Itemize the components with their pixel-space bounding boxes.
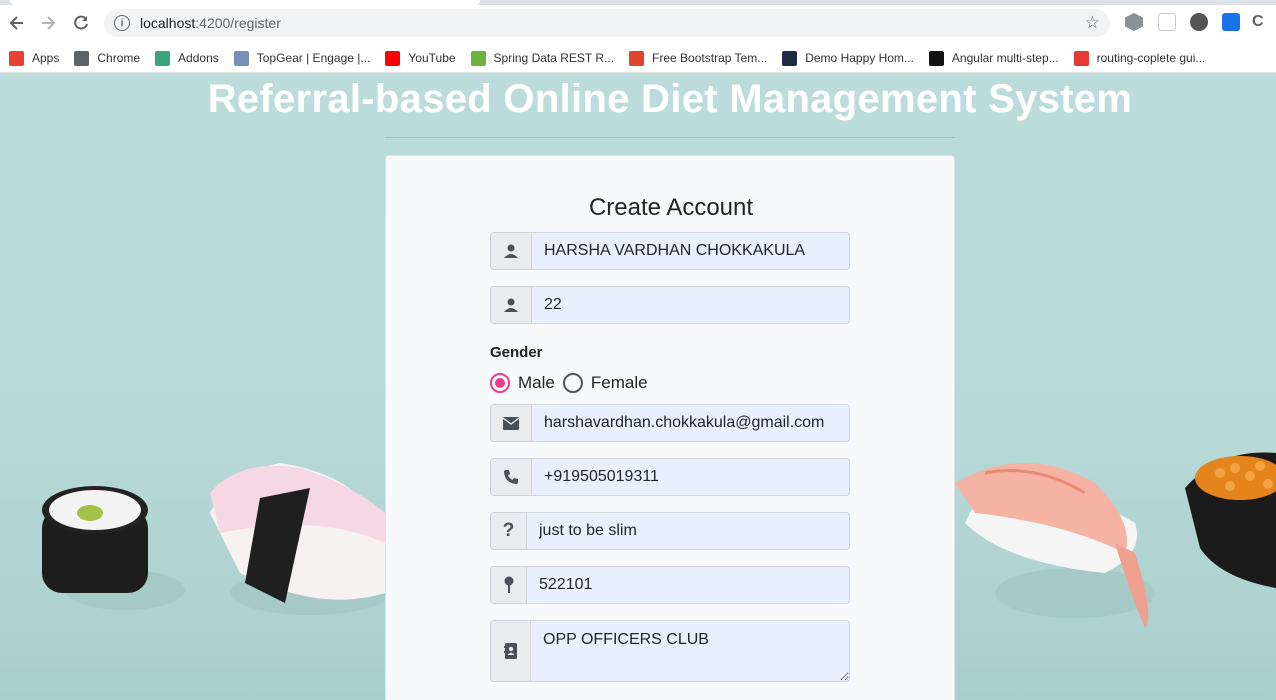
- bookmark-item[interactable]: Free Bootstrap Tem...: [629, 50, 768, 66]
- youtube-icon: [385, 50, 401, 66]
- name-input[interactable]: [532, 233, 849, 269]
- bookmark-item[interactable]: routing-coplete gui...: [1073, 50, 1206, 66]
- url-text: localhost:4200/register: [140, 15, 281, 31]
- g-logo-icon: [928, 50, 944, 66]
- bookmark-item[interactable]: Apps: [9, 50, 60, 66]
- bookmark-item[interactable]: TopGear | Engage |...: [233, 50, 371, 66]
- extension-circle-icon[interactable]: [1190, 13, 1208, 31]
- bookmark-star-icon[interactable]: ☆: [1085, 13, 1100, 33]
- extension-blue-icon[interactable]: [1222, 13, 1240, 31]
- gender-female-radio[interactable]: [562, 373, 583, 393]
- extension-cube-icon[interactable]: [1125, 13, 1143, 31]
- topgear-icon: [233, 50, 249, 66]
- w3-icon: [782, 50, 798, 66]
- forward-icon[interactable]: [37, 12, 59, 34]
- gender-male-label[interactable]: Male: [518, 373, 555, 393]
- address-book-icon: [491, 621, 531, 681]
- pincode-input[interactable]: [527, 567, 849, 603]
- address-textarea[interactable]: OPP OFFICERS CLUB: [531, 621, 849, 681]
- email-input[interactable]: [532, 405, 849, 441]
- sushi-roe-image: [1185, 452, 1276, 588]
- site-info-icon[interactable]: i: [114, 15, 130, 31]
- reason-field: ?: [490, 512, 850, 550]
- bookmark-label: Apps: [32, 51, 60, 65]
- sushi-nigiri-left-image: [210, 463, 390, 615]
- bookmark-item[interactable]: Angular multi-step...: [928, 50, 1059, 66]
- gender-male-radio[interactable]: [490, 373, 510, 393]
- globe-icon: [74, 50, 90, 66]
- sushi-shrimp-image: [955, 463, 1155, 628]
- age-field: [490, 286, 850, 324]
- register-page: Referral-based Online Diet Management Sy…: [0, 73, 1276, 700]
- bookmark-label: routing-coplete gui...: [1096, 51, 1206, 65]
- gender-female-label[interactable]: Female: [591, 373, 648, 393]
- envelope-icon: [491, 405, 532, 441]
- spring-icon: [470, 50, 486, 66]
- card-title: Create Account: [588, 194, 754, 221]
- user-icon: [491, 233, 532, 269]
- site-title: Referral-based Online Diet Management Sy…: [207, 77, 1133, 121]
- bookmark-label: Angular multi-step...: [951, 51, 1059, 65]
- register-card: Create Account Gender Male Female: [385, 155, 955, 700]
- url-path: :4200/register: [195, 15, 281, 31]
- title-divider: [385, 137, 955, 138]
- age-input[interactable]: [532, 287, 849, 323]
- s-logo-icon: [629, 50, 645, 66]
- back-icon[interactable]: [6, 12, 28, 34]
- bookmark-label: Chrome: [97, 51, 141, 65]
- active-tab[interactable]: [10, 0, 480, 5]
- routing-icon: [1073, 50, 1089, 66]
- bookmark-item[interactable]: Addons: [155, 50, 219, 66]
- puzzle-icon: [155, 50, 171, 66]
- bookmark-item[interactable]: Spring Data REST R...: [470, 50, 615, 66]
- address-bar[interactable]: i localhost:4200/register ☆: [104, 9, 1110, 37]
- bookmark-label: TopGear | Engage |...: [256, 51, 371, 65]
- tab-strip: [0, 0, 1276, 5]
- reload-icon[interactable]: [70, 12, 92, 34]
- pincode-field: [490, 566, 850, 604]
- apps-grid-icon: [9, 50, 24, 66]
- extension-box-icon[interactable]: [1158, 13, 1176, 31]
- bookmark-item[interactable]: Demo Happy Hom...: [782, 50, 914, 66]
- browser-toolbar: i localhost:4200/register ☆ C: [0, 0, 1276, 44]
- url-host: localhost: [140, 15, 196, 31]
- extension-c-icon[interactable]: C: [1252, 13, 1268, 31]
- phone-input[interactable]: [532, 459, 849, 495]
- bookmark-item[interactable]: YouTube: [385, 50, 456, 66]
- gender-radio-group: Male Female: [490, 373, 656, 393]
- phone-field: [490, 458, 850, 496]
- email-field: [490, 404, 850, 442]
- phone-icon: [491, 459, 532, 495]
- map-pin-icon: [491, 567, 527, 603]
- user-icon: [491, 287, 532, 323]
- bookmarks-bar: Apps Chrome Addons TopGear | Engage |... You…: [0, 44, 1276, 73]
- bookmark-label: YouTube: [408, 51, 456, 65]
- address-field: OPP OFFICERS CLUB: [490, 620, 850, 682]
- bookmark-label: Spring Data REST R...: [493, 51, 615, 65]
- bookmark-label: Free Bootstrap Tem...: [652, 51, 768, 65]
- reason-input[interactable]: [527, 513, 849, 549]
- bookmark-label: Addons: [178, 51, 219, 65]
- name-field: [490, 232, 850, 270]
- bookmark-item[interactable]: Chrome: [74, 50, 141, 66]
- gender-label: Gender: [490, 344, 543, 361]
- sushi-roll-image: [42, 486, 185, 610]
- question-icon: ?: [491, 513, 527, 549]
- bookmark-label: Demo Happy Hom...: [805, 51, 914, 65]
